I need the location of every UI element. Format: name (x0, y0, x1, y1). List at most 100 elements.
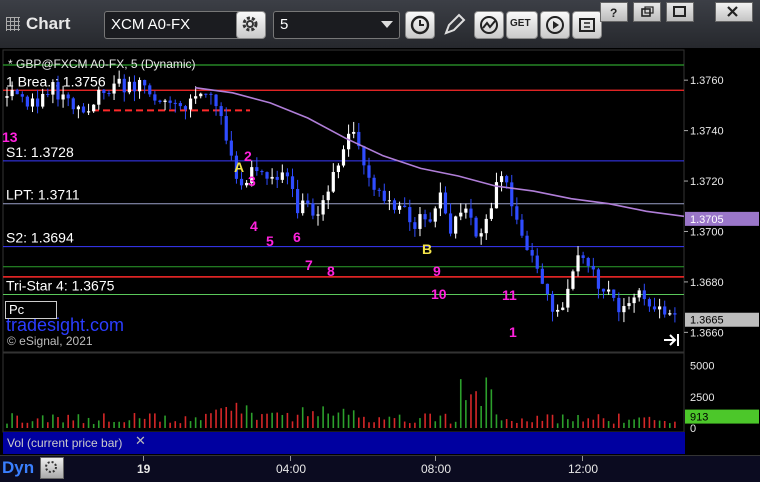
candle-body (566, 288, 570, 308)
level-label: 1 Brea..: 1.3756 (6, 73, 106, 89)
play-icon (546, 16, 564, 34)
candle-body (632, 297, 636, 304)
candle-body (122, 78, 126, 93)
candle-body (658, 306, 662, 310)
candle-body (505, 176, 509, 183)
candle-body (209, 93, 213, 95)
price-chart[interactable]: 1 Brea..: 1.3756 S1: 1.3728 LPT: 1.3711 S2:… (0, 48, 760, 458)
time-tick (435, 456, 436, 461)
maximize-icon (673, 6, 686, 17)
restore-button[interactable] (633, 2, 661, 22)
draw-pencil-button[interactable] (441, 12, 467, 43)
candle-body (158, 100, 162, 102)
price-tick-label: 1.3720 (690, 176, 724, 188)
dyn-label[interactable]: Dyn (2, 458, 34, 478)
candle-body (556, 309, 560, 312)
close-button[interactable] (715, 2, 753, 22)
annotation-label: 5 (266, 233, 274, 249)
candle-body (5, 96, 9, 98)
candle-body (469, 208, 473, 218)
candle-body (627, 303, 631, 307)
candle-body (489, 208, 493, 219)
candle-body (479, 233, 483, 237)
candle-body (571, 271, 575, 289)
annotation-label: 8 (327, 263, 335, 279)
candle-body (397, 205, 402, 210)
chevron-down-icon[interactable] (381, 21, 393, 28)
candle-body (612, 289, 616, 298)
chart-header: * GBP@FXCM A0-FX, 5 (Dynamic) (8, 57, 196, 71)
candle-body (352, 131, 356, 134)
ma-price-tag-text: 1.3705 (690, 214, 724, 226)
candle-body (270, 176, 274, 179)
candle-body (178, 102, 182, 107)
annotation-label: 10 (431, 286, 447, 302)
candle-body (30, 98, 35, 107)
candle-body (372, 177, 376, 190)
time-button[interactable] (405, 11, 435, 39)
candle-body (51, 82, 55, 95)
candle-body (510, 182, 514, 207)
candle-body (535, 255, 539, 269)
volume-tick-label: 5000 (690, 361, 714, 373)
candle-body (586, 258, 590, 266)
candle-body (46, 93, 50, 95)
help-button[interactable]: ? (600, 2, 628, 22)
price-tick-label: 1.3700 (690, 226, 724, 238)
candle-body (474, 217, 478, 237)
candle-body (377, 189, 381, 191)
candle-body (290, 176, 295, 189)
annotation-label: A (234, 159, 244, 175)
dyn-settings-button[interactable] (40, 457, 64, 479)
clock-icon (410, 15, 430, 35)
get-button[interactable]: GET (506, 11, 538, 39)
volume-tick-label: 2500 (690, 392, 714, 404)
volume-close-icon[interactable]: ✕ (135, 433, 146, 449)
annotation-label: 7 (305, 257, 313, 273)
candle-body (25, 96, 29, 107)
candle-body (540, 268, 544, 284)
pencil-icon (444, 13, 466, 35)
settings-button[interactable] (236, 11, 266, 39)
candle-body (97, 89, 101, 105)
candle-body (148, 85, 152, 95)
candle-body (525, 235, 529, 251)
candle-body (301, 200, 305, 214)
candle-body (663, 306, 667, 315)
time-tick-label: 19 (137, 462, 151, 476)
time-axis-bar (0, 455, 760, 482)
candle-body (647, 299, 652, 307)
candle-body (112, 83, 116, 94)
candle-body (326, 191, 330, 201)
volume-current-tag-text: 913 (690, 412, 708, 424)
candle-body (545, 283, 550, 294)
chart-grid-icon (6, 17, 20, 31)
symbol-value: XCM A0-FX (111, 16, 191, 33)
maximize-button[interactable] (666, 2, 694, 22)
tag-box-text: Pc (9, 302, 25, 317)
candle-body (15, 89, 19, 95)
candle-body (260, 171, 264, 173)
candle-body (392, 200, 397, 210)
interval-select[interactable]: 5 (273, 11, 400, 39)
candle-body (499, 176, 504, 183)
candle-body (194, 96, 198, 99)
play-button[interactable] (540, 11, 570, 39)
candle-body (576, 255, 580, 272)
candle-body (428, 219, 432, 222)
link-button[interactable] (572, 11, 602, 39)
candle-body (530, 250, 534, 256)
app-title-text: Chart (26, 14, 71, 33)
candle-body (321, 200, 325, 215)
candle-body (316, 214, 320, 216)
get-button-label: GET (510, 18, 531, 29)
candle-body (285, 172, 290, 177)
candle-body (153, 94, 157, 101)
candle-body (81, 106, 86, 113)
studies-button[interactable] (474, 11, 504, 39)
candle-body (265, 172, 269, 179)
candle-body (331, 172, 335, 192)
candle-body (668, 313, 672, 315)
candle-body (183, 106, 188, 110)
toolbar: Chart XCM A0-FX 5 GET ? (0, 0, 760, 49)
